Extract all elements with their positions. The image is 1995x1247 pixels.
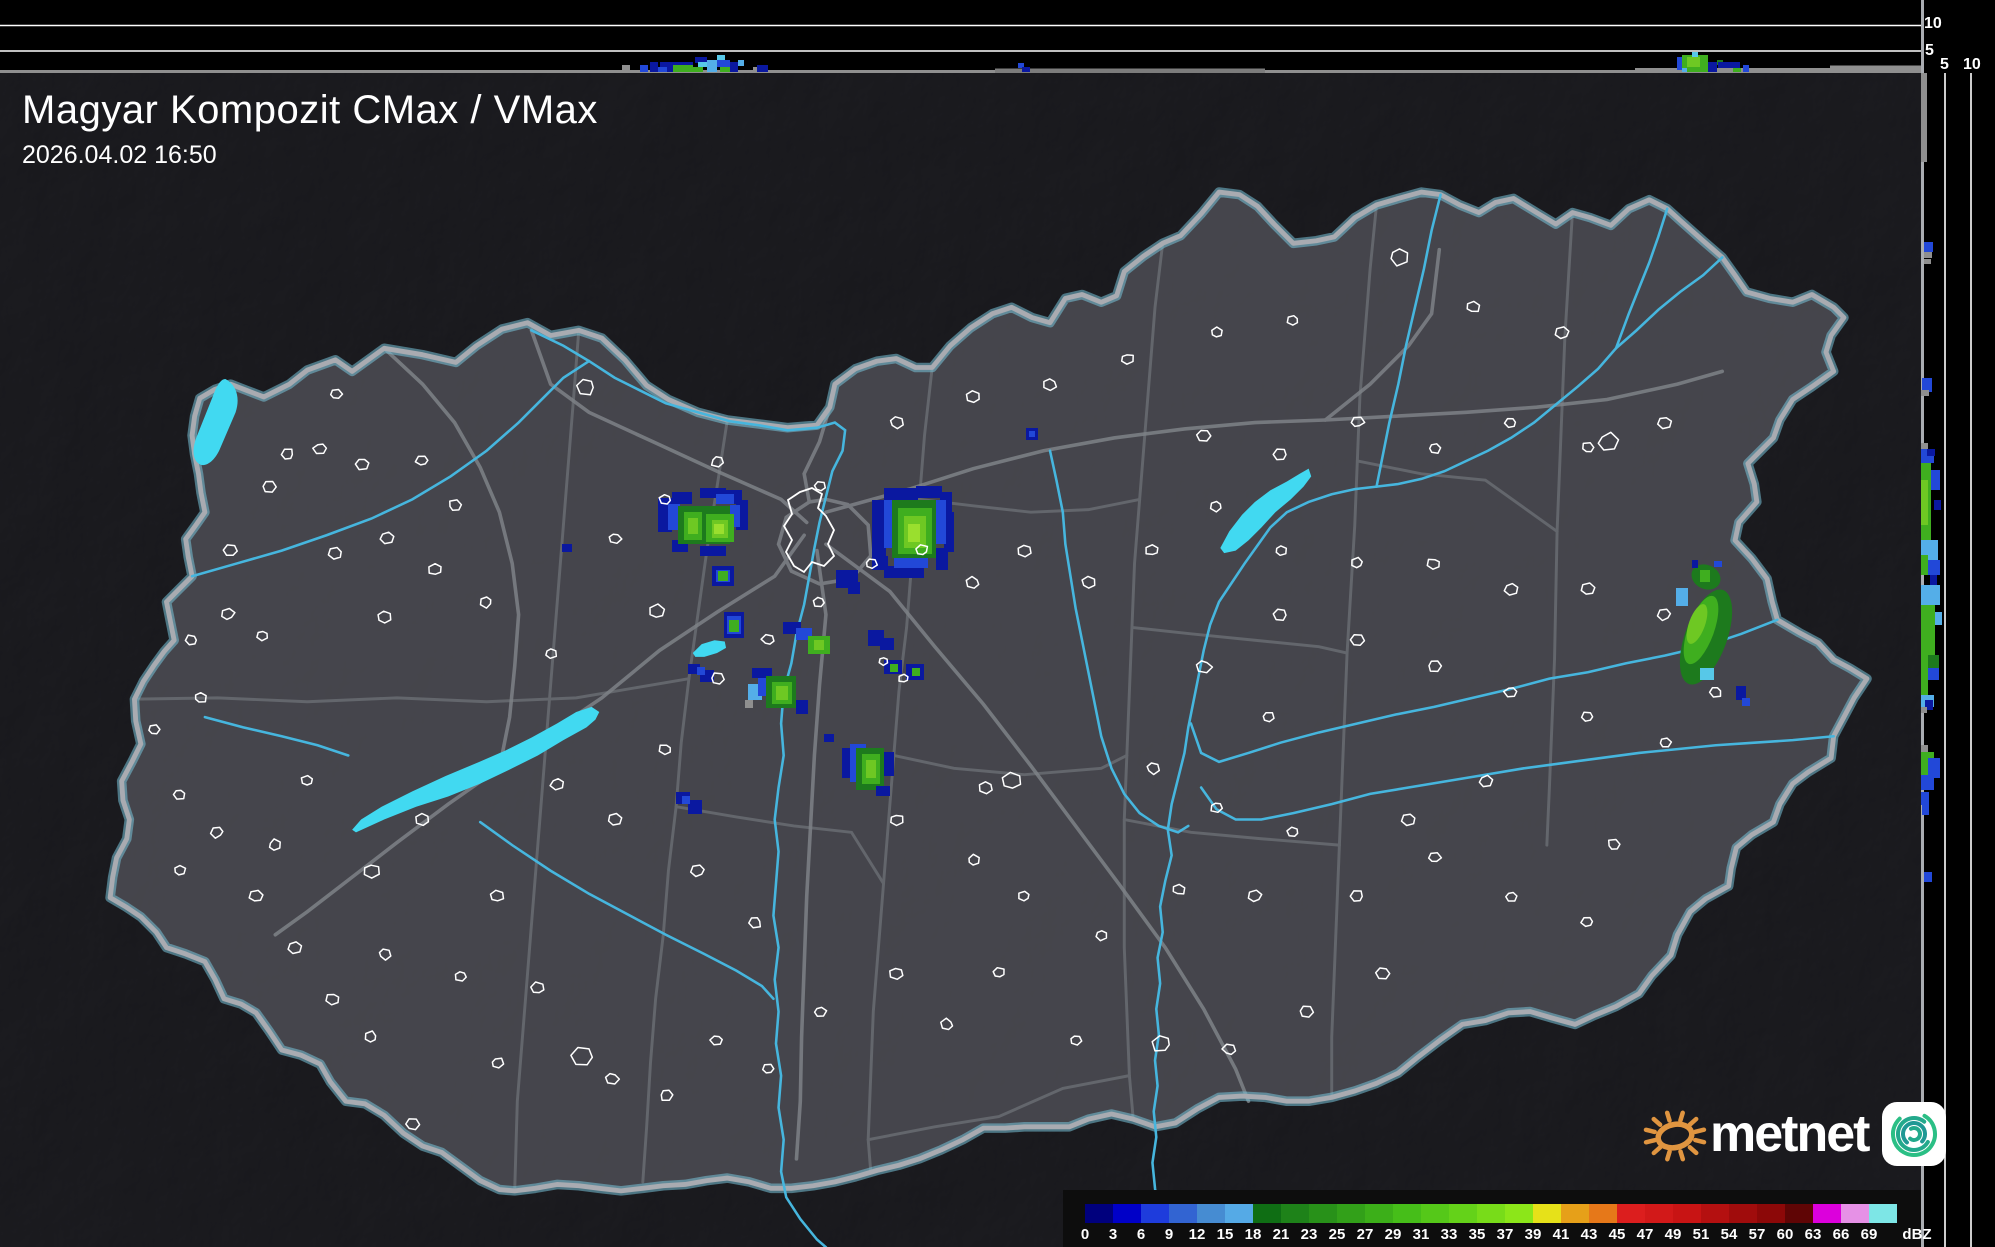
colorbar-tick: 63	[1804, 1226, 1822, 1243]
sun-icon	[1643, 1110, 1707, 1162]
colorbar-tick: 29	[1384, 1226, 1402, 1243]
colorbar-tick: 60	[1776, 1226, 1794, 1243]
colorbar-tick: 39	[1524, 1226, 1542, 1243]
colorbar-tick: 57	[1748, 1226, 1766, 1243]
colorbar-labels: 0 3 6 9 12 15 18 21 23 25 27 29 31 33 35 37 39 41 43 45 47 49…	[1063, 1190, 1932, 1247]
right-axis-label-10: 10	[1963, 56, 1981, 73]
dbz-colorbar: 0 3 6 9 12 15 18 21 23 25 27 29 31 33 35 37 39 41 43 45 47 49…	[1063, 1190, 1932, 1247]
colorbar-tick: 33	[1440, 1226, 1458, 1243]
colorbar-tick: 69	[1860, 1226, 1878, 1243]
colorbar-tick: 6	[1136, 1226, 1146, 1243]
colorbar-tick: 12	[1188, 1226, 1206, 1243]
colorbar-tick: 51	[1692, 1226, 1710, 1243]
metnet-logo: metnet	[1642, 1098, 1947, 1170]
colorbar-tick: 47	[1636, 1226, 1654, 1243]
colorbar-tick: 9	[1164, 1226, 1174, 1243]
colorbar-tick: 27	[1356, 1226, 1374, 1243]
page-title: Magyar Kompozit CMax / VMax	[22, 88, 598, 132]
colorbar-tick: 45	[1608, 1226, 1626, 1243]
logo-text: metnet	[1710, 1105, 1870, 1163]
colorbar-tick: 23	[1300, 1226, 1318, 1243]
colorbar-unit: dBZ	[1902, 1226, 1932, 1243]
radar-composite-page: Magyar Kompozit CMax / VMax 2026.04.02 1…	[0, 0, 1995, 1247]
colorbar-tick: 54	[1720, 1226, 1738, 1243]
colorbar-tick: 0	[1080, 1226, 1090, 1243]
right-ground-profile	[1921, 73, 1927, 162]
colorbar-tick: 15	[1216, 1226, 1234, 1243]
top-axis-label-5: 5	[1925, 42, 1934, 59]
colorbar-tick: 18	[1244, 1226, 1262, 1243]
colorbar-tick: 35	[1468, 1226, 1486, 1243]
top-axis-label-10: 10	[1924, 15, 1942, 32]
colorbar-tick: 66	[1832, 1226, 1850, 1243]
spiral-icon	[1891, 1111, 1938, 1157]
right-vertical-profile	[1921, 0, 1995, 1247]
top-vertical-profile	[0, 0, 1921, 73]
colorbar-tick: 31	[1412, 1226, 1430, 1243]
timestamp: 2026.04.02 16:50	[22, 141, 217, 169]
colorbar-tick: 37	[1496, 1226, 1514, 1243]
right-axis-label-5: 5	[1940, 56, 1949, 73]
colorbar-tick: 21	[1272, 1226, 1290, 1243]
colorbar-tick: 25	[1328, 1226, 1346, 1243]
title-block: Magyar Kompozit CMax / VMax 2026.04.02 1…	[22, 88, 598, 170]
colorbar-tick: 3	[1108, 1226, 1118, 1243]
colorbar-tick: 49	[1664, 1226, 1682, 1243]
profile-axis-corner: 10 5 5 10	[1921, 0, 1995, 73]
radar-map	[0, 0, 1995, 1247]
metnet-app-badge	[1882, 1102, 1947, 1166]
colorbar-tick: 41	[1552, 1226, 1570, 1243]
colorbar-tick: 43	[1580, 1226, 1598, 1243]
